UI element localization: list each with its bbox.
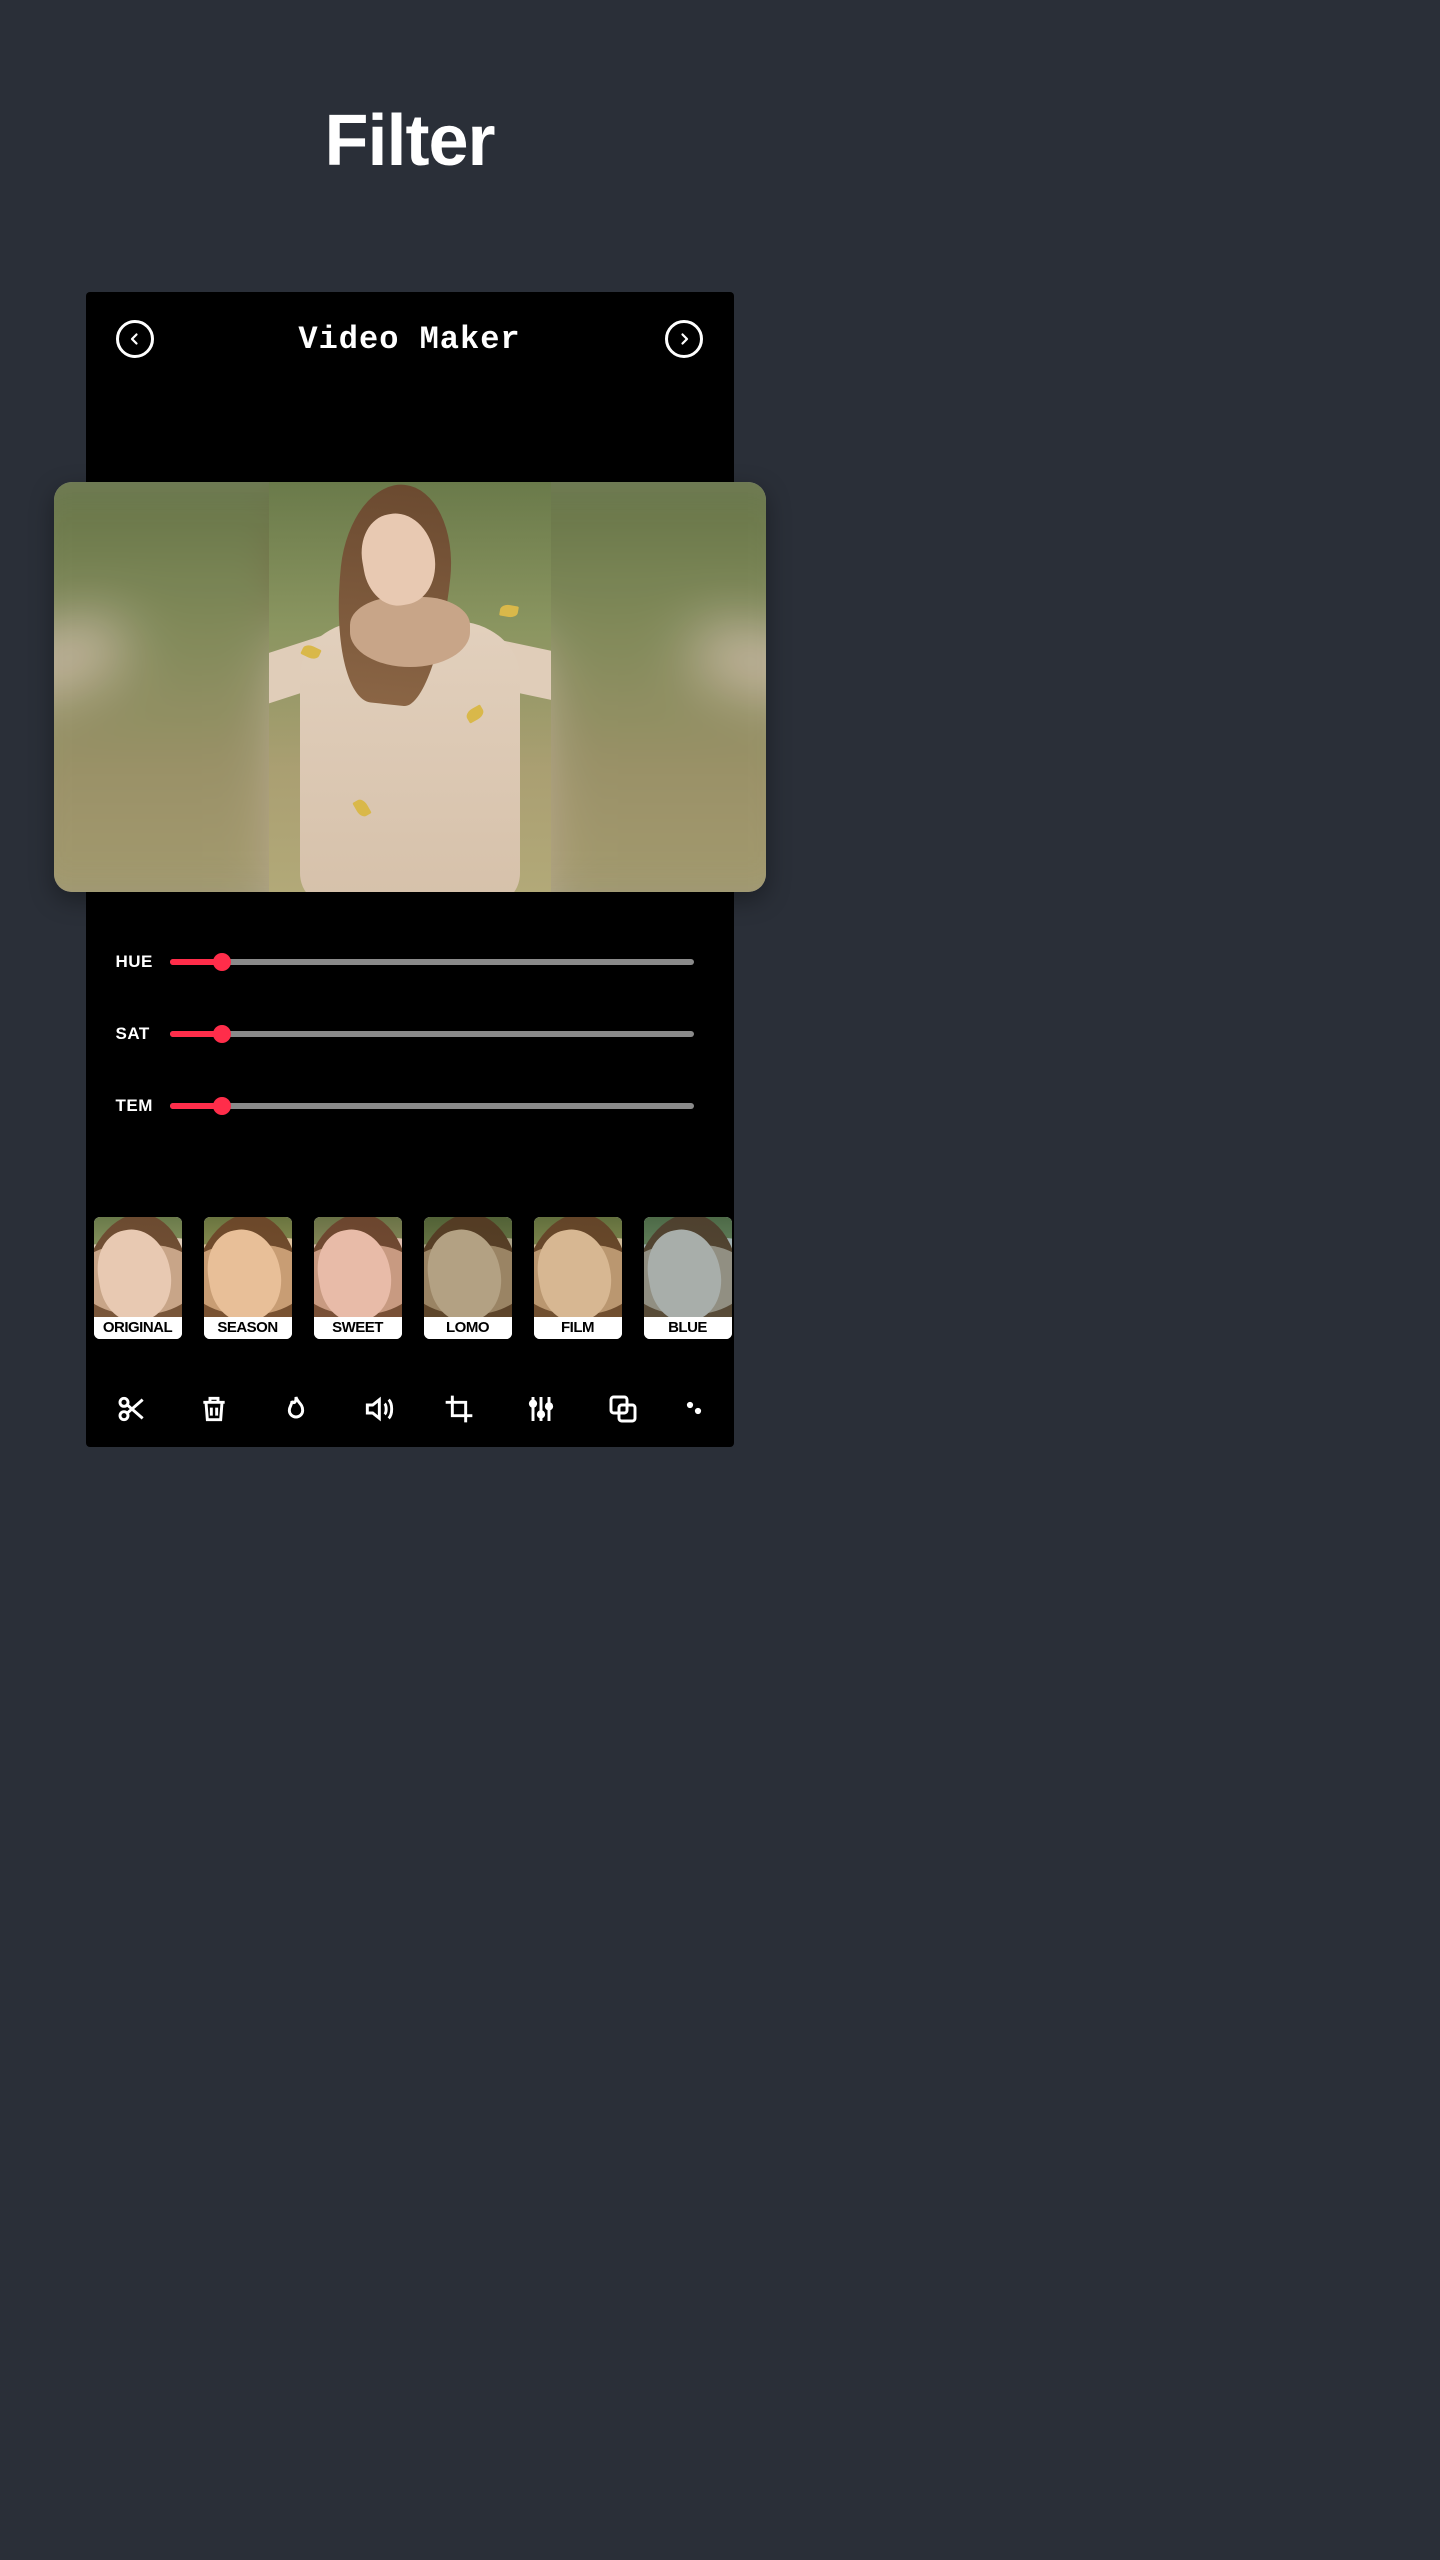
- sliders-panel: HUE SAT TEM: [116, 952, 694, 1168]
- filter-blue[interactable]: BLUE: [644, 1217, 732, 1339]
- preview-image: [269, 482, 551, 892]
- filter-label: SEASON: [204, 1317, 292, 1339]
- slider-row-tem: TEM: [116, 1096, 694, 1116]
- filter-thumb: [94, 1217, 182, 1317]
- volume-icon: [362, 1393, 394, 1425]
- arrow-left-icon: [126, 330, 144, 348]
- slider-row-sat: SAT: [116, 1024, 694, 1044]
- delete-button[interactable]: [193, 1388, 235, 1430]
- slider-thumb[interactable]: [213, 1097, 231, 1115]
- filter-sweet[interactable]: SWEET: [314, 1217, 402, 1339]
- filter-label: ORIGINAL: [94, 1317, 182, 1339]
- volume-button[interactable]: [357, 1388, 399, 1430]
- trash-icon: [198, 1393, 230, 1425]
- video-preview[interactable]: [54, 482, 766, 892]
- adjust-icon: [525, 1393, 557, 1425]
- slider-label: TEM: [116, 1096, 170, 1116]
- overlay-icon: [607, 1393, 639, 1425]
- overlay-button[interactable]: [602, 1388, 644, 1430]
- slider-tem[interactable]: [170, 1103, 694, 1109]
- filter-season[interactable]: SEASON: [204, 1217, 292, 1339]
- more-icon: [684, 1393, 708, 1425]
- filter-film[interactable]: FILM: [534, 1217, 622, 1339]
- page-title: Filter: [324, 100, 494, 182]
- effects-button[interactable]: [275, 1388, 317, 1430]
- phone-frame: Video Maker HUE SAT TEM: [86, 292, 734, 1447]
- slider-label: SAT: [116, 1024, 170, 1044]
- filter-thumb: [424, 1217, 512, 1317]
- adjust-button[interactable]: [520, 1388, 562, 1430]
- cut-button[interactable]: [111, 1388, 153, 1430]
- slider-label: HUE: [116, 952, 170, 972]
- crop-icon: [443, 1393, 475, 1425]
- more-button[interactable]: [684, 1388, 708, 1430]
- flame-icon: [280, 1393, 312, 1425]
- cut-icon: [116, 1393, 148, 1425]
- slider-thumb[interactable]: [213, 1025, 231, 1043]
- back-button[interactable]: [116, 320, 154, 358]
- filter-thumb: [204, 1217, 292, 1317]
- app-header: Video Maker: [86, 292, 734, 358]
- filter-thumb: [534, 1217, 622, 1317]
- filter-label: SWEET: [314, 1317, 402, 1339]
- app-title: Video Maker: [298, 321, 520, 358]
- filter-label: FILM: [534, 1317, 622, 1339]
- slider-sat[interactable]: [170, 1031, 694, 1037]
- crop-button[interactable]: [438, 1388, 480, 1430]
- filter-original[interactable]: ORIGINAL: [94, 1217, 182, 1339]
- filter-strip[interactable]: ORIGINAL SEASON SWEET LOMO FILM BLUE: [94, 1217, 734, 1339]
- filter-lomo[interactable]: LOMO: [424, 1217, 512, 1339]
- bottom-toolbar: [86, 1371, 734, 1447]
- filter-thumb: [314, 1217, 402, 1317]
- filter-thumb: [644, 1217, 732, 1317]
- filter-label: BLUE: [644, 1317, 732, 1339]
- filter-label: LOMO: [424, 1317, 512, 1339]
- forward-button[interactable]: [665, 320, 703, 358]
- slider-row-hue: HUE: [116, 952, 694, 972]
- slider-hue[interactable]: [170, 959, 694, 965]
- arrow-right-icon: [675, 330, 693, 348]
- slider-thumb[interactable]: [213, 953, 231, 971]
